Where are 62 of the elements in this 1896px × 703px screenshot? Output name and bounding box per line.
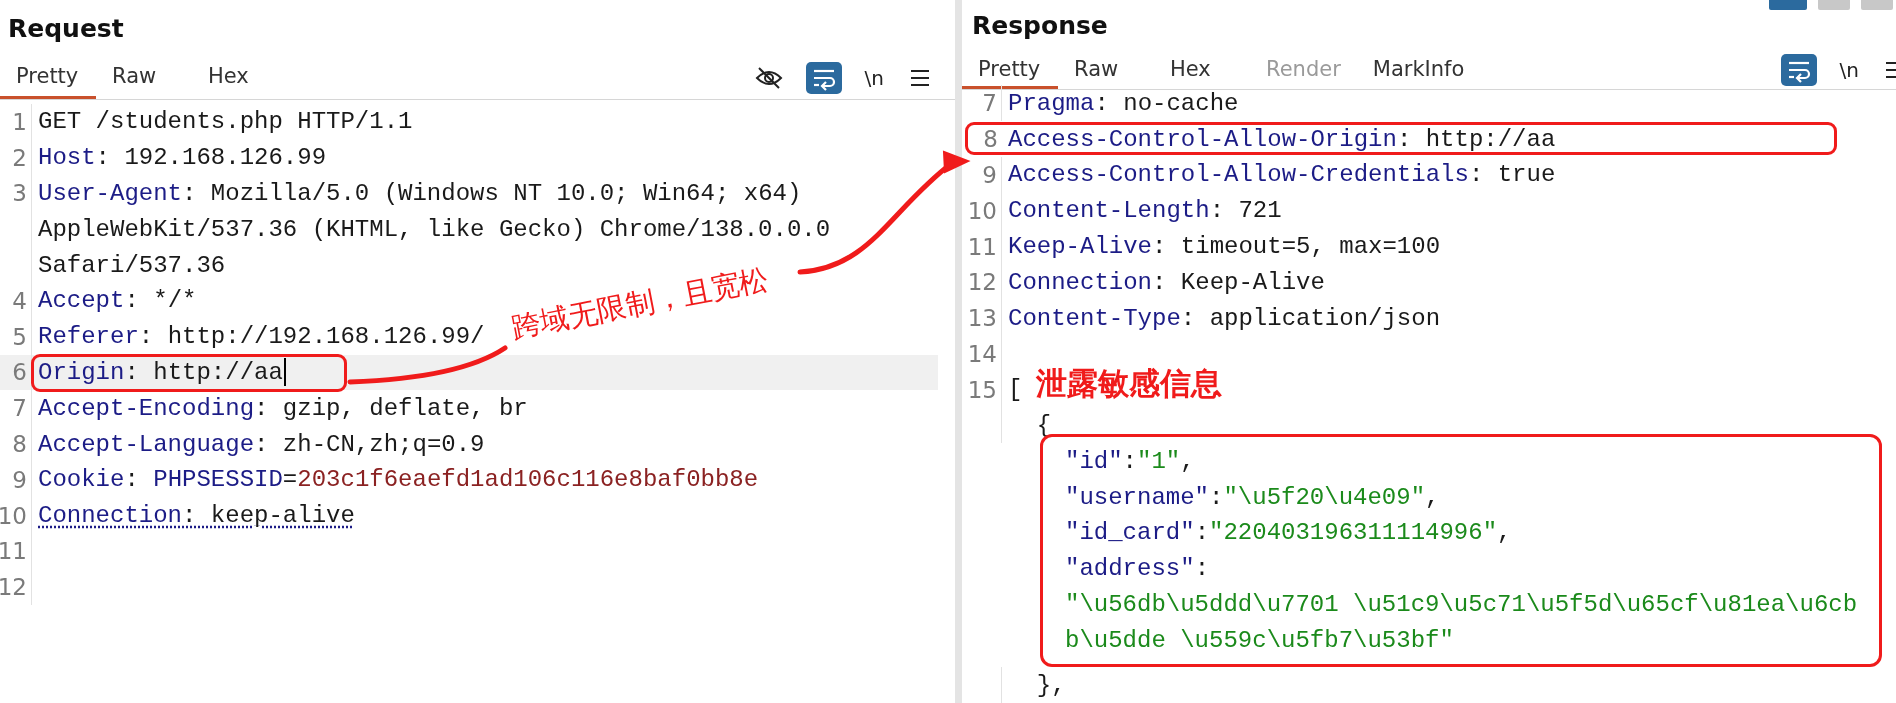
code-line: AppleWebKit/537.36 (KHTML, like Gecko) Chrome/138.0.0.0 (37, 215, 831, 243)
panel-title: Response (972, 10, 1108, 40)
code-line: "\u56db\u5ddd\u7701 \u51c9\u5c71\u5f5d\u65cf\u81ea\u6cb (1064, 591, 1858, 618)
code-line: Connection: Keep-Alive (1007, 268, 1325, 296)
code-line: Access-Control-Allow-Origin: http://aa (1007, 125, 1556, 153)
code-line: Content-Type: application/json (1007, 304, 1441, 332)
line-number: 15 (962, 371, 1002, 408)
code-line: "id_card":"220403196311114996", (1064, 519, 1512, 547)
line-number: 12 (0, 569, 32, 606)
line-number: 10 (962, 192, 1002, 229)
line-number: 8 (0, 426, 32, 462)
line-number: 13 (962, 300, 1002, 337)
tab[interactable]: MarkInfo (1356, 50, 1481, 90)
wrap-icon[interactable] (1780, 54, 1817, 86)
code-line: }, (1035, 671, 1066, 699)
code-line: Content-Length: 721 (1007, 197, 1282, 225)
line-number: 1 (0, 104, 32, 140)
line-number: 12 (962, 264, 1002, 301)
line-number: 14 (962, 336, 1002, 372)
code-line: Accept: */* (37, 287, 197, 315)
code-line: Referer: http://192.168.126.99/ (37, 323, 485, 351)
tab[interactable]: Pretty (0, 56, 96, 99)
code-line: Safari/537.36 (37, 251, 226, 279)
code-line: [ (1007, 376, 1023, 404)
tab[interactable]: Pretty (962, 50, 1058, 90)
code-line: Cookie: PHPSESSID=203c1f6eaefd1ad106c116e8baf0bb8e (37, 466, 759, 494)
tab[interactable]: Hex (192, 56, 288, 99)
line-number: 11 (962, 228, 1002, 265)
code-line: Access-Control-Allow-Credentials: true (1007, 161, 1556, 189)
code-line: Accept-Language: zh-CN,zh;q=0.9 (37, 430, 485, 458)
line-number: 6 (0, 354, 32, 391)
code-line: "id":"1", (1064, 447, 1195, 475)
line-number: 2 (0, 139, 32, 176)
newline-toggle[interactable]: \n (1836, 55, 1862, 85)
tab[interactable]: Raw (1058, 50, 1154, 90)
line-number: 3 (0, 175, 32, 212)
line-number: 4 (0, 283, 32, 319)
tab[interactable]: Hex (1154, 50, 1250, 90)
annotation-text: 泄露敏感信息 (1036, 366, 1222, 401)
code-line: GET /students.php HTTP/1.1 (37, 108, 413, 136)
line-number: 9 (0, 461, 32, 498)
panel-title: Request (8, 13, 124, 43)
line-number: 7 (962, 85, 1002, 122)
tab[interactable]: Raw (96, 56, 192, 99)
line-number: 10 (0, 497, 32, 534)
code-line: Origin: http://aa (32, 358, 286, 387)
line-number: 11 (0, 533, 32, 570)
code-line: User-Agent: Mozilla/5.0 (Windows NT 10.0; Win64; x64) (37, 180, 802, 207)
annotation-text: 跨域无限制，且宽松 (508, 263, 772, 345)
code-line: Accept-Encoding: gzip, deflate, br (37, 394, 528, 422)
code-line: Pragma: no-cache (1007, 89, 1239, 117)
wrap-icon[interactable] (805, 61, 842, 94)
line-number: 7 (0, 390, 32, 427)
code-line: Keep-Alive: timeout=5, max=100 (1007, 233, 1441, 261)
code-line: b\u5dde \u559c\u5fb7\u53bf" (1064, 626, 1454, 654)
line-number: 8 (982, 125, 999, 155)
code-line: Connection: keep-alive (37, 502, 355, 530)
code-line: "username":"\u5f20\u4e09", (1064, 483, 1440, 511)
line-number: 5 (0, 318, 32, 355)
code-line: Host: 192.168.126.99 (37, 144, 327, 172)
code-line: "address": (1064, 555, 1210, 583)
newline-toggle[interactable]: \n (861, 62, 887, 93)
